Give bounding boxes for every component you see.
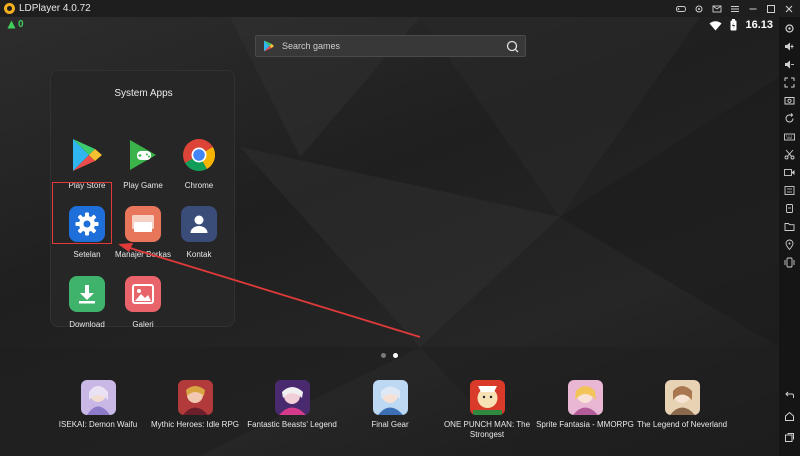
app-label: Setelan [73,250,101,259]
screenshot-icon[interactable] [783,94,796,107]
contacts-icon [181,206,217,242]
game-thumbnail [274,380,310,415]
app-manajer-berkas[interactable]: Manajer Berkas [112,206,174,259]
game-thumbnail [177,380,213,415]
window-title: LDPlayer 4.0.72 [19,3,91,14]
location-icon[interactable] [783,238,796,251]
fullscreen-icon[interactable] [783,76,796,89]
app-label: Play Game [123,181,163,190]
close-icon[interactable] [782,2,796,16]
search-icon[interactable] [506,40,519,53]
wifi-icon [709,20,722,30]
folder-title: System Apps [114,88,173,99]
download-icon [69,276,105,312]
settings-gear-icon [69,206,105,242]
menu-icon[interactable] [728,2,742,16]
recent-apps-icon[interactable] [783,431,796,444]
game-thumbnail [372,380,408,415]
settings-gear-icon[interactable] [692,2,706,16]
minimize-icon[interactable] [746,2,760,16]
game-name: ISEKAI: Demon Waifu [58,420,138,429]
status-bar: 16.13 [709,19,773,31]
apk-install-icon[interactable] [783,202,796,215]
game-name: Mythic Heroes: Idle RPG [150,420,240,429]
app-chrome[interactable]: Chrome [168,137,230,190]
settings-gear-icon[interactable] [783,22,796,35]
gamepad-icon[interactable] [674,2,688,16]
page-dot-active[interactable] [393,353,398,358]
system-apps-folder: System Apps Play Store Play Game Chrome … [50,70,235,329]
app-setelan[interactable]: Setelan [56,206,118,259]
message-icon[interactable] [710,2,724,16]
app-galeri[interactable]: Galeri [112,276,174,329]
search-placeholder: Search games [282,41,341,51]
play-games-icon [125,137,161,173]
notification-indicator: 0 [7,19,24,30]
page-indicator [381,353,398,358]
folder-icon[interactable] [783,220,796,233]
game-name: The Legend of Neverland [636,420,728,429]
game-thumbnail [80,380,116,415]
rotate-icon[interactable] [783,112,796,125]
shake-icon[interactable] [783,256,796,269]
keyboard-icon[interactable] [783,130,796,143]
app-label: Download [69,320,105,329]
play-store-icon [264,40,274,52]
battery-icon [730,19,737,31]
title-bar: LDPlayer 4.0.72 [0,0,800,17]
gallery-icon [125,276,161,312]
game-name: Final Gear [371,420,409,429]
window-controls [674,0,796,17]
game-thumbnail [664,380,700,415]
app-label: Chrome [184,181,214,190]
app-download[interactable]: Download [56,276,118,329]
volume-down-icon[interactable] [783,58,796,71]
sync-icon[interactable] [783,184,796,197]
game-final-gear[interactable]: Final Gear [335,380,445,430]
app-label: Galeri [132,320,154,329]
ldplayer-logo-icon [4,3,15,14]
file-manager-icon [125,206,161,242]
game-mythic-heroes[interactable]: Mythic Heroes: Idle RPG [140,380,250,430]
game-name: ONE PUNCH MAN: The Strongest [443,420,531,439]
game-one-punch-man[interactable]: ONE PUNCH MAN: The Strongest [432,380,542,440]
home-icon[interactable] [783,410,796,423]
game-legend-of-neverland[interactable]: The Legend of Neverland [627,380,737,430]
clock: 16.13 [745,19,773,31]
page-dot[interactable] [381,353,386,358]
game-name: Fantastic Beasts' Legend [247,420,337,429]
game-thumbnail [469,380,505,415]
game-thumbnail [567,380,603,415]
notification-count: 0 [18,19,24,30]
app-kontak[interactable]: Kontak [168,206,230,259]
warning-triangle-icon [7,20,16,29]
game-fantastic-beasts[interactable]: Fantastic Beasts' Legend [237,380,347,430]
game-name: Sprite Fantasia - MMORPG [536,420,634,429]
emulator-toolbar [779,17,800,456]
android-home-screen: 0 16.13 Search games System Apps Play St… [0,17,779,456]
app-label: Manajer Berkas [114,250,172,259]
search-bar[interactable]: Search games [255,35,526,57]
app-label: Kontak [186,250,212,259]
game-isekai[interactable]: ISEKAI: Demon Waifu [43,380,153,430]
app-play-game[interactable]: Play Game [112,137,174,190]
back-icon[interactable] [783,389,796,402]
play-store-icon [69,137,105,173]
video-record-icon[interactable] [783,166,796,179]
volume-up-icon[interactable] [783,40,796,53]
scissors-icon[interactable] [783,148,796,161]
chrome-icon [181,137,217,173]
game-sprite-fantasia[interactable]: Sprite Fantasia - MMORPG [530,380,640,430]
maximize-icon[interactable] [764,2,778,16]
